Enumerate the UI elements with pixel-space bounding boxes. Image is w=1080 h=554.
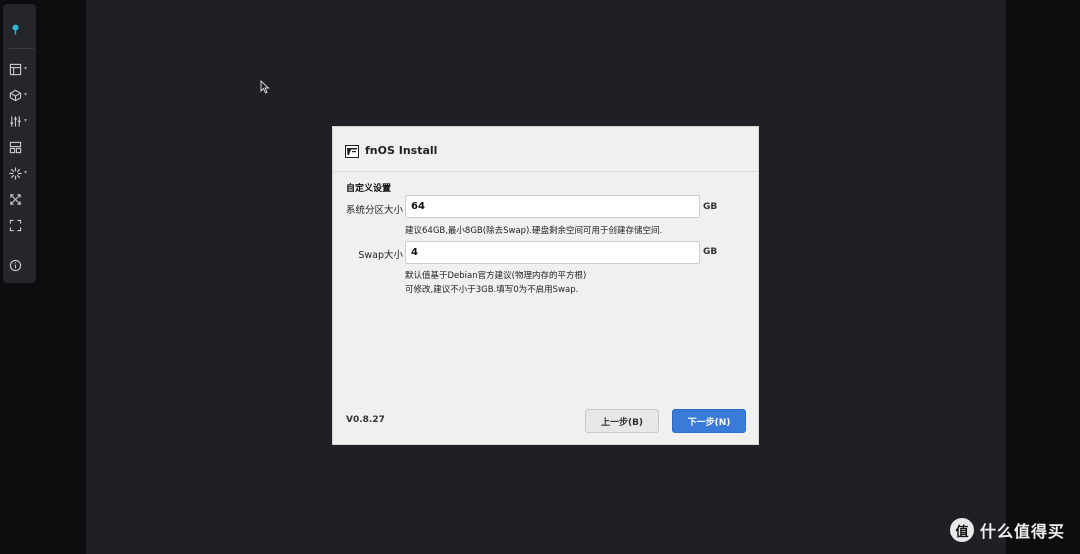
system-partition-unit: GB [703,202,718,212]
chevron-down-icon: ▾ [24,65,28,72]
watermark-text: 什么值得买 [980,522,1066,541]
installer-dialog: fnOS Install 自定义设置 系统分区大小 64 GB 建议64GB,最… [332,126,759,445]
dialog-title: fnOS Install [365,144,438,157]
sliders-icon[interactable]: ▾ [9,112,35,130]
info-icon[interactable] [9,256,35,274]
swap-input[interactable]: 4 [405,241,700,264]
next-button[interactable]: 下一步(N) [672,409,746,433]
system-partition-input[interactable]: 64 [405,195,700,218]
side-toolbar: ▾ ▾ ▾ ▾ [3,4,36,283]
window-root: ▾ ▾ ▾ ▾ fnOS Install 自定义设置 系统分区大小 64 GB … [0,0,1080,554]
fullscreen-icon[interactable] [9,216,35,234]
pin-icon[interactable] [9,20,35,38]
chevron-down-icon: ▾ [24,169,28,176]
dashboard-icon[interactable] [9,138,35,156]
chevron-down-icon: ▾ [24,117,28,124]
toolbar-divider [9,48,34,49]
section-title: 自定义设置 [346,184,392,194]
swap-unit: GB [703,247,718,257]
spinner-icon[interactable]: ▾ [9,164,35,182]
swap-hint-line1: 默认值基于Debian官方建议(物理内存的平方根) [405,271,587,281]
chevron-down-icon: ▾ [24,91,28,98]
system-partition-hint: 建议64GB,最小8GB(除去Swap).硬盘剩余空间可用于创建存储空间. [405,226,663,236]
watermark-logo-icon: 值 [950,518,974,542]
cube-icon[interactable]: ▾ [9,86,35,104]
watermark: 值 什么值得买 [950,518,1065,542]
swap-hint-line2: 可修改,建议不小于3GB.填写0为不启用Swap. [405,285,579,295]
swap-label: Swap大小 [358,250,403,261]
layout-icon[interactable]: ▾ [9,60,35,78]
dialog-titlebar: fnOS Install [333,127,758,172]
system-partition-label: 系统分区大小 [345,205,403,216]
fnos-logo-icon [345,145,359,158]
version-label: V0.8.27 [346,415,385,425]
mouse-cursor-icon [260,80,270,94]
expand-icon[interactable] [9,190,35,208]
prev-button[interactable]: 上一步(B) [585,409,659,433]
